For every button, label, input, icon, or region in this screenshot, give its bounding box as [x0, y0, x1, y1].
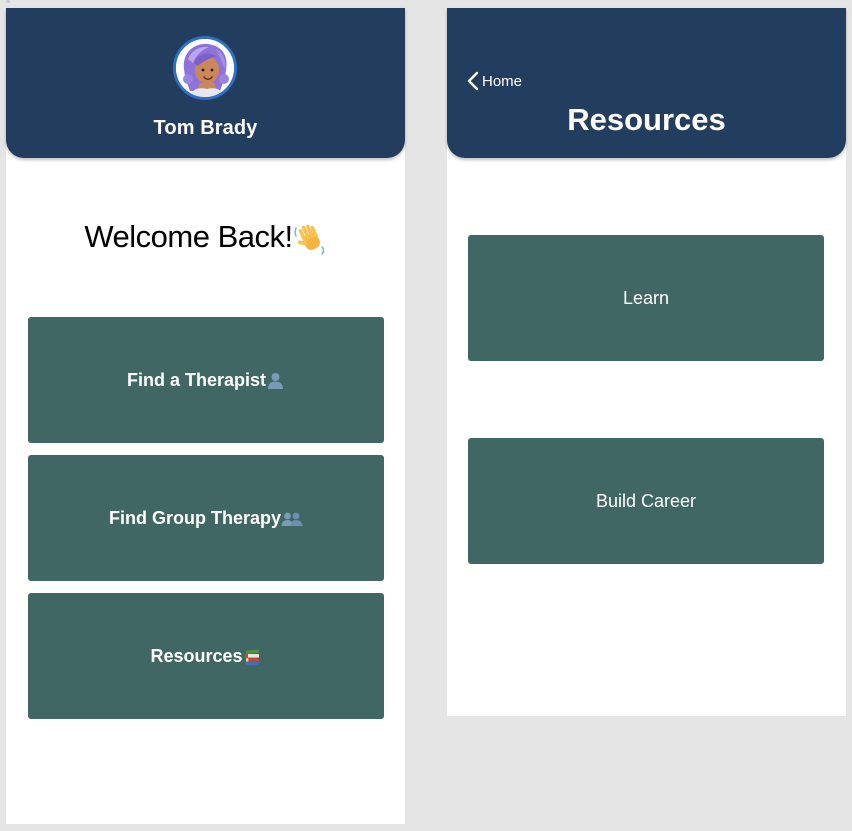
find-group-therapy-button[interactable]: Find Group Therapy [28, 455, 384, 581]
page-title: Resources [567, 102, 726, 137]
learn-label: Learn [622, 287, 670, 308]
learn-button[interactable]: Learn [468, 235, 824, 361]
people-silhouette-icon [281, 512, 303, 526]
canvas-marker [6, 0, 10, 3]
find-therapist-button[interactable]: Find a Therapist [28, 317, 384, 443]
find-group-therapy-label: Find Group Therapy [108, 507, 281, 528]
profile-header: Tom Brady [6, 8, 405, 158]
person-silhouette-icon [268, 372, 284, 389]
chevron-left-icon [467, 71, 479, 91]
build-career-button[interactable]: Build Career [468, 438, 824, 564]
back-home-button[interactable]: Home [466, 71, 522, 91]
books-icon [244, 648, 259, 665]
resources-button[interactable]: Resources [28, 593, 384, 719]
build-career-label: Build Career [595, 490, 697, 511]
resources-screen: Home Resources Learn Build Career [447, 8, 846, 716]
resources-label: Resources [150, 645, 243, 666]
welcome-text: Welcome Back! [84, 219, 293, 254]
resources-header: Home Resources [447, 8, 846, 158]
profile-name: Tom Brady [153, 117, 258, 139]
waving-hand-icon [294, 224, 324, 255]
home-screen: Tom Brady Welcome Back! Find a Therapist… [6, 8, 405, 824]
back-home-label: Home [482, 72, 523, 90]
welcome-heading: Welcome Back! [6, 219, 405, 256]
avatar-illustration [176, 39, 234, 97]
avatar[interactable] [173, 36, 237, 100]
find-therapist-label: Find a Therapist [126, 369, 267, 390]
